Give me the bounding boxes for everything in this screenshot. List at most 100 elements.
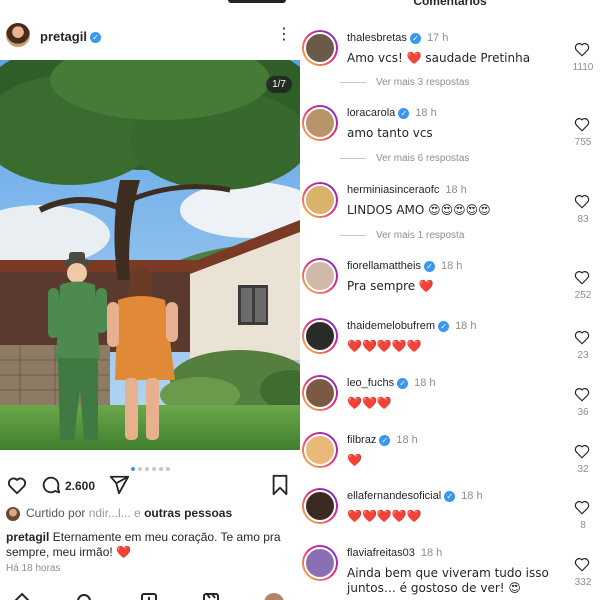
commenter-username[interactable]: leo_fuchs: [347, 377, 394, 389]
comment-time: 18 h: [420, 547, 443, 559]
carousel-dot: [151, 467, 156, 471]
liked-by-suffix[interactable]: outras pessoas: [144, 506, 232, 520]
commenter-avatar[interactable]: [302, 375, 338, 411]
post-author-avatar[interactable]: [6, 23, 30, 47]
comment-item: leo_fuchs ✓ 18 h ❤️❤️❤️ 36: [300, 375, 600, 431]
comment-like-icon[interactable]: [570, 268, 594, 286]
share-icon[interactable]: [108, 474, 130, 496]
comment-like-icon[interactable]: [570, 442, 594, 460]
comment-text: Ainda bem que viveram tudo isso juntos… …: [347, 566, 549, 595]
comment-like-icon[interactable]: [570, 115, 594, 133]
commenter-avatar[interactable]: [302, 488, 338, 524]
post-panel: pretagil ✓ ⋮ 1/7 2.600 Curtido por ndir.…: [0, 0, 300, 600]
post-photo[interactable]: 1/7: [0, 60, 300, 450]
commenter-username-row: fiorellamattheis ✓ 18 h: [347, 260, 462, 272]
commenter-username-row: thalesbretas ✓ 17 h: [347, 32, 448, 44]
carousel-dot: [158, 467, 163, 471]
comment-like-icon[interactable]: [570, 192, 594, 210]
comment-like-count: 755: [574, 137, 592, 148]
verified-badge-icon: ✓: [379, 434, 391, 446]
view-replies-label[interactable]: Ver mais 3 respostas: [376, 77, 469, 88]
comment-like-count: 23: [577, 350, 589, 361]
reels-icon[interactable]: [202, 593, 220, 600]
comment-icon[interactable]: [40, 474, 62, 496]
commenter-username[interactable]: ellafernandesoficial: [347, 490, 441, 502]
liked-by-row[interactable]: Curtido por ndir...l... e outras pessoas: [6, 506, 296, 524]
search-icon[interactable]: [76, 593, 92, 600]
view-replies-link[interactable]: Ver mais 6 respostas: [340, 153, 469, 164]
comment-like-count: 1110: [572, 62, 594, 73]
comments-panel: Comentários thalesbretas ✓ 17 h Amo vcs! ❤️…: [300, 0, 600, 600]
comment-text: ❤️: [347, 453, 362, 467]
comment-time: 18 h: [396, 434, 418, 446]
commenter-avatar[interactable]: [302, 182, 338, 218]
comment-like-icon[interactable]: [570, 385, 594, 403]
liked-by-obscured: ndir...l... e: [85, 506, 145, 520]
carousel-dot: [130, 467, 135, 471]
carousel-dot: [165, 467, 170, 471]
comment-like-count: 252: [574, 290, 592, 301]
commenter-avatar[interactable]: [302, 30, 338, 66]
view-replies-label[interactable]: Ver mais 6 respostas: [376, 153, 469, 164]
comment-like-icon[interactable]: [570, 555, 594, 573]
profile-avatar-icon[interactable]: [264, 593, 284, 600]
post-author-username[interactable]: pretagil ✓: [40, 29, 101, 44]
post-timestamp: Há 18 horas: [6, 563, 61, 574]
commenter-username-row: thaidemelobufrem ✓ 18 h: [347, 320, 476, 332]
comment-text: ❤️❤️❤️❤️❤️: [347, 509, 422, 523]
commenter-avatar[interactable]: [302, 432, 338, 468]
replies-divider: [340, 234, 366, 236]
comment-time: 18 h: [414, 377, 436, 389]
commenter-username[interactable]: herminiasinceraofc: [347, 184, 439, 196]
comment-like-icon[interactable]: [570, 40, 594, 58]
comment-like-icon[interactable]: [570, 328, 594, 346]
commenter-username[interactable]: loracarola: [347, 107, 395, 119]
commenter-username[interactable]: fiorellamattheis: [347, 260, 421, 272]
commenter-avatar[interactable]: [302, 105, 338, 141]
liked-by-prefix: Curtido por: [26, 506, 86, 520]
bookmark-icon[interactable]: [270, 474, 290, 496]
commenter-username-row: loracarola ✓ 18 h: [347, 107, 437, 119]
verified-badge-icon: ✓: [89, 32, 101, 44]
comment-text: Pra sempre ❤️: [347, 279, 434, 293]
post-actions-bar: 2.600: [0, 474, 300, 500]
verified-badge-icon: ✓: [397, 377, 409, 389]
comment-text: ❤️❤️❤️❤️❤️: [347, 339, 422, 353]
comment-like-icon[interactable]: [570, 498, 594, 516]
comment-text: amo tanto vcs: [347, 126, 433, 140]
carousel-dots: [0, 458, 300, 471]
view-replies-link[interactable]: Ver mais 1 resposta: [340, 230, 464, 241]
replies-divider: [340, 157, 366, 159]
verified-badge-icon: ✓: [423, 260, 435, 272]
comment-time: 18 h: [455, 320, 477, 332]
comment-like-count: 8: [580, 520, 586, 531]
commenter-avatar[interactable]: [302, 318, 338, 354]
commenter-username[interactable]: filbraz: [347, 434, 376, 446]
comment-item: filbraz ✓ 18 h ❤️ 32: [300, 432, 600, 488]
comments-title: Comentários: [413, 0, 487, 8]
caption-username[interactable]: pretagil: [6, 530, 49, 544]
commenter-username[interactable]: thalesbretas: [347, 32, 407, 44]
comment-item: ellafernandesoficial ✓ 18 h ❤️❤️❤️❤️❤️ 8: [300, 488, 600, 544]
comment-item: flaviafreitas03 18 h Ainda bem que viveram…: [300, 545, 600, 600]
commenter-username-row: flaviafreitas03 18 h: [347, 547, 442, 559]
heart-icon[interactable]: [6, 474, 28, 496]
commenter-avatar[interactable]: [302, 545, 338, 581]
post-author-name[interactable]: pretagil: [40, 29, 87, 44]
comment-item: thaidemelobufrem ✓ 18 h ❤️❤️❤️❤️❤️ 23: [300, 318, 600, 374]
comment-time: 18 h: [461, 490, 483, 502]
view-replies-label[interactable]: Ver mais 1 resposta: [376, 230, 464, 241]
commenter-username[interactable]: thaidemelobufrem: [347, 320, 435, 332]
more-options-icon[interactable]: ⋮: [276, 26, 292, 42]
home-icon[interactable]: [14, 593, 30, 600]
comment-count[interactable]: 2.600: [65, 479, 95, 493]
post-caption: pretagil Eternamente em meu coração. Te …: [6, 530, 296, 560]
comment-text: LINDOS AMO 😍😍😍😍😍: [347, 203, 491, 217]
commenter-username-row: leo_fuchs ✓ 18 h: [347, 377, 436, 389]
commenter-avatar[interactable]: [302, 258, 338, 294]
add-post-icon[interactable]: [140, 593, 158, 600]
status-bar-notch: [228, 0, 286, 3]
commenter-username[interactable]: flaviafreitas03: [347, 547, 415, 559]
comment-text: Amo vcs! ❤️ saudade Pretinha: [347, 51, 531, 65]
view-replies-link[interactable]: Ver mais 3 respostas: [340, 77, 469, 88]
